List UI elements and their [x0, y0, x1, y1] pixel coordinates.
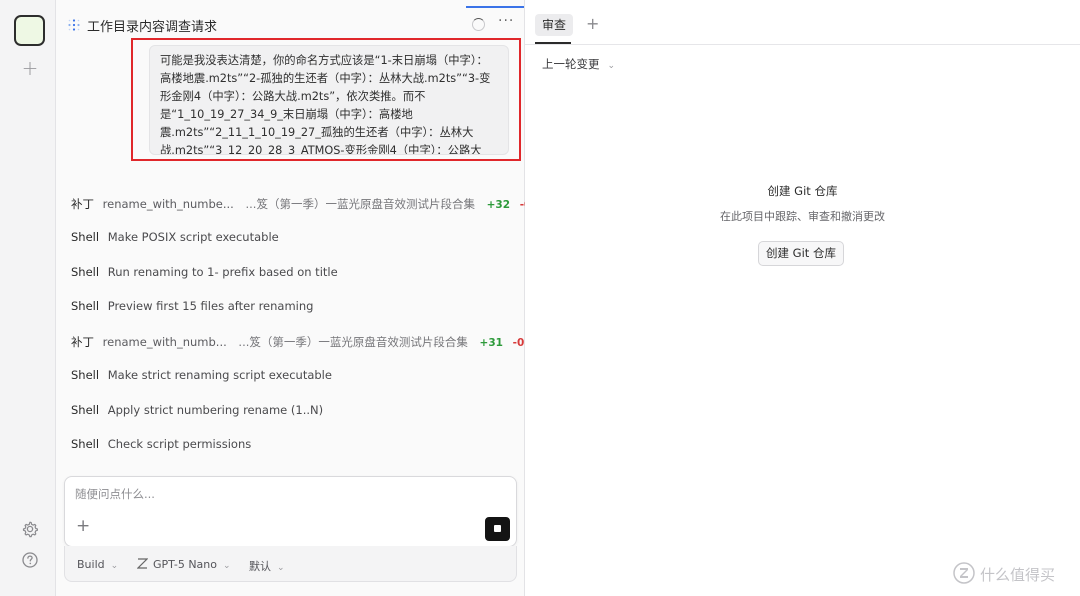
chevron-down-icon: ⌄	[223, 561, 231, 571]
activity-kind: Shell	[71, 437, 100, 451]
project-avatar[interactable]	[14, 15, 45, 46]
app-window: + 工作目录内容调查请求 ··· 可能是我没表达清楚，你的命名方式应该是“1-末…	[0, 0, 1080, 596]
tabs-divider	[525, 44, 1080, 45]
review-panel: 审查 + 上一轮变更 ⌄ 创建 Git 仓库 在此项目中跟踪、审查和撤消更改 创建…	[525, 0, 1080, 596]
additions-count: +31	[479, 337, 503, 349]
activity-desc: ...笈（第一季）一蓝光原盘音效测试片段合集	[245, 197, 475, 211]
chat-panel: 工作目录内容调查请求 ··· 可能是我没表达清楚，你的命名方式应该是“1-末日崩…	[56, 0, 531, 596]
activity-shell[interactable]: Shell Run renaming to 1- prefix based on…	[71, 265, 338, 283]
add-tab-icon[interactable]: +	[586, 15, 599, 33]
activity-patch[interactable]: 补丁 rename_with_numb... ...笈（第一季）一蓝光原盘音效测…	[71, 334, 524, 352]
activity-text: Run renaming to 1- prefix based on title	[107, 265, 338, 279]
variant-label: 默认	[249, 560, 271, 573]
active-indicator-line	[466, 6, 524, 8]
watermark-text: 什么值得买	[980, 566, 1056, 584]
model-label: GPT-5 Nano	[153, 558, 218, 571]
chevron-down-icon: ⌄	[277, 563, 285, 573]
changes-round-select[interactable]: 上一轮变更 ⌄	[542, 56, 615, 72]
tab-review[interactable]: 审查	[535, 14, 574, 36]
watermark-logo-icon	[953, 562, 975, 584]
gear-icon[interactable]	[21, 520, 39, 538]
mode-select[interactable]: Build ⌄	[77, 558, 118, 571]
model-icon	[136, 558, 149, 569]
deletions-count: -0	[512, 337, 525, 349]
activity-kind: Shell	[71, 230, 100, 244]
activity-kind: Shell	[71, 368, 100, 382]
variant-select[interactable]: 默认 ⌄	[249, 558, 285, 574]
input-toolbar: Build ⌄ GPT-5 Nano ⌄ 默认 ⌄	[64, 546, 517, 582]
activity-shell[interactable]: Shell Check script permissions	[71, 437, 251, 455]
activity-shell[interactable]: Shell Preview first 15 files after renam…	[71, 299, 313, 317]
activity-shell[interactable]: Shell Make POSIX script executable	[71, 230, 279, 248]
input-placeholder: 随便问点什么...	[75, 487, 155, 501]
activity-shell[interactable]: Shell Apply strict numbering rename (1..…	[71, 403, 323, 421]
help-icon[interactable]	[21, 551, 39, 569]
git-empty-subtitle: 在此项目中跟踪、审查和撤消更改	[720, 210, 885, 223]
round-select-label: 上一轮变更	[542, 57, 600, 71]
message-input[interactable]: 随便问点什么... +	[64, 476, 517, 547]
attach-plus-icon[interactable]: +	[76, 517, 94, 535]
create-git-repo-button[interactable]: 创建 Git 仓库	[758, 241, 844, 266]
activity-file: rename_with_numb...	[102, 335, 227, 349]
activity-text: Apply strict numbering rename (1..N)	[107, 403, 324, 417]
activity-kind: Shell	[71, 403, 100, 417]
left-rail: +	[0, 0, 56, 596]
activity-file: rename_with_numbe...	[102, 197, 234, 211]
activity-text: Check script permissions	[107, 437, 252, 451]
loading-spinner-icon	[472, 18, 485, 31]
add-project-icon[interactable]: +	[20, 58, 40, 78]
activity-kind: 补丁	[71, 197, 94, 211]
chat-title: 工作目录内容调查请求	[87, 20, 218, 35]
activity-desc: ...笈（第一季）一蓝光原盘音效测试片段合集	[238, 335, 468, 349]
user-message: 可能是我没表达清楚，你的命名方式应该是“1-末日崩塌（中字）：高楼地震.m2ts…	[149, 45, 509, 155]
git-empty-title: 创建 Git 仓库	[767, 184, 838, 198]
more-options-icon[interactable]: ···	[498, 13, 514, 29]
activity-text: Make POSIX script executable	[107, 230, 279, 244]
stop-button[interactable]	[485, 517, 510, 541]
activity-patch[interactable]: 补丁 rename_with_numbe... ...笈（第一季）一蓝光原盘音效…	[71, 196, 531, 214]
activity-text: Preview first 15 files after renaming	[107, 299, 314, 313]
model-select[interactable]: GPT-5 Nano ⌄	[136, 558, 231, 571]
activity-kind: 补丁	[71, 335, 94, 349]
activity-text: Make strict renaming script executable	[107, 368, 332, 382]
additions-count: +32	[486, 199, 511, 211]
chevron-down-icon: ⌄	[110, 561, 119, 571]
mode-label: Build	[77, 558, 105, 571]
activity-kind: Shell	[71, 299, 100, 313]
session-grid-icon	[68, 19, 80, 31]
activity-shell[interactable]: Shell Make strict renaming script execut…	[71, 368, 332, 386]
activity-kind: Shell	[71, 265, 100, 279]
chevron-down-icon: ⌄	[607, 61, 616, 71]
